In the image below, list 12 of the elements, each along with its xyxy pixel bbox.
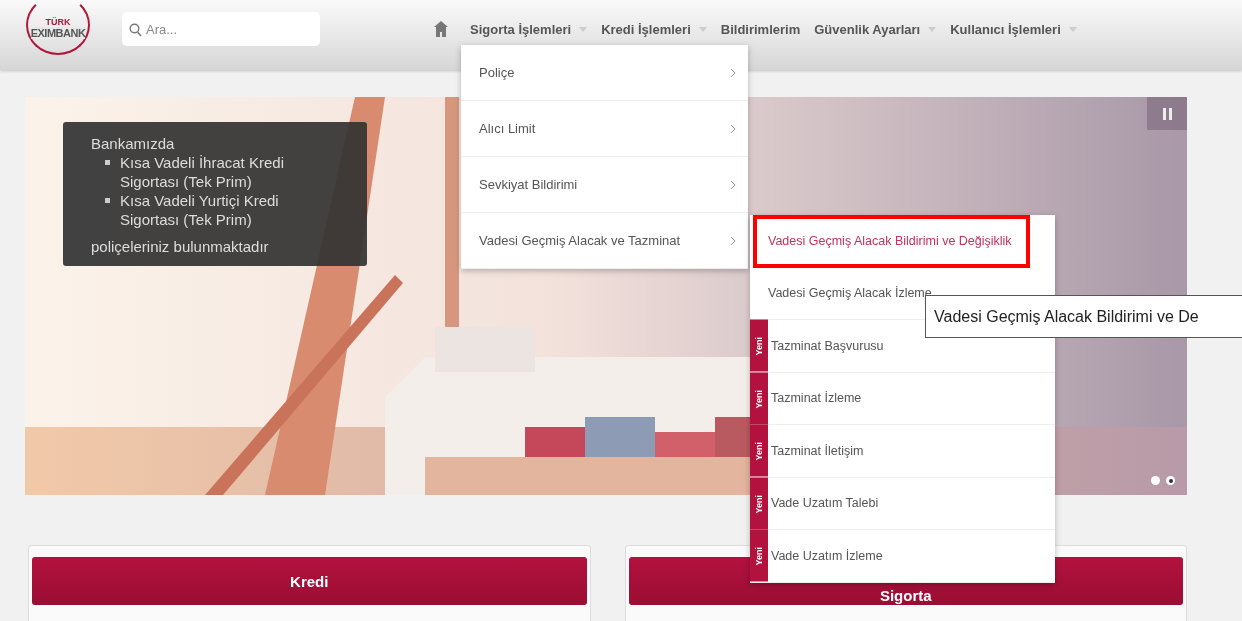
new-badge: Yeni <box>750 477 768 529</box>
tooltip: Vadesi Geçmiş Alacak Bildirimi ve De <box>925 295 1242 338</box>
caption-title: Bankamızda <box>91 134 176 153</box>
caption-item: Kısa Vadeli İhracat Kredi Sigortası (Tek Prim) <box>120 153 285 191</box>
new-badge: Yeni <box>750 530 768 582</box>
logo-name: EXIMBANK <box>30 27 86 39</box>
new-badge: Yeni <box>750 425 768 477</box>
new-badge: Yeni <box>750 320 768 372</box>
new-badge: Yeni <box>750 372 768 424</box>
caption-text: poliçeleriniz bulunmaktadır <box>91 237 270 256</box>
caption-item: Kısa Vadeli Yurtiçi Kredi Sigortası (Tek Prim) <box>120 191 280 229</box>
logo-text: TÜRK <box>45 17 71 27</box>
